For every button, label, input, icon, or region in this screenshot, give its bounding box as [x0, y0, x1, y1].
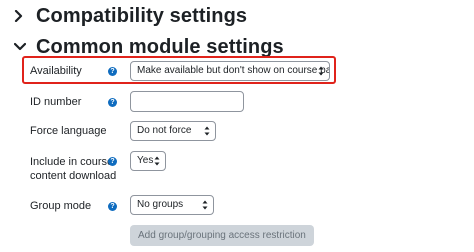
select-arrows-icon	[202, 199, 208, 211]
force-language-select-value: Do not force	[137, 125, 192, 136]
select-arrows-icon	[318, 65, 324, 77]
group-mode-select[interactable]: No groups	[130, 195, 214, 215]
include-download-select[interactable]: Yes	[130, 151, 166, 171]
include-download-help-icon[interactable]: ?	[108, 157, 117, 166]
force-language-label: Force language	[30, 125, 107, 137]
common-module-settings-header[interactable]: Common module settings	[14, 37, 284, 57]
id-number-label: ID number	[30, 96, 82, 108]
group-mode-help-icon[interactable]: ?	[108, 202, 117, 211]
select-arrows-icon	[204, 125, 210, 137]
id-number-input[interactable]	[130, 91, 244, 112]
chevron-right-icon	[14, 7, 36, 25]
availability-select[interactable]: Make available but don't show on course …	[130, 61, 330, 81]
common-module-settings-title: Common module settings	[36, 36, 284, 58]
compatibility-settings-title: Compatibility settings	[36, 5, 248, 27]
include-download-label-line1: Include in course	[30, 156, 114, 168]
group-mode-label: Group mode	[30, 200, 92, 212]
select-arrows-icon	[154, 155, 160, 167]
id-number-help-icon[interactable]: ?	[108, 98, 117, 107]
group-mode-select-value: No groups	[137, 199, 184, 210]
force-language-select[interactable]: Do not force	[130, 121, 216, 141]
add-group-restriction-button[interactable]: Add group/grouping access restriction	[130, 225, 314, 246]
include-download-select-value: Yes	[137, 155, 154, 166]
availability-label: Availability	[30, 65, 82, 77]
chevron-down-icon	[14, 38, 36, 56]
availability-help-icon[interactable]: ?	[108, 67, 117, 76]
availability-select-value: Make available but don't show on course …	[137, 65, 330, 76]
include-download-label-line2: content download	[30, 170, 117, 182]
compatibility-settings-header[interactable]: Compatibility settings	[14, 6, 247, 26]
